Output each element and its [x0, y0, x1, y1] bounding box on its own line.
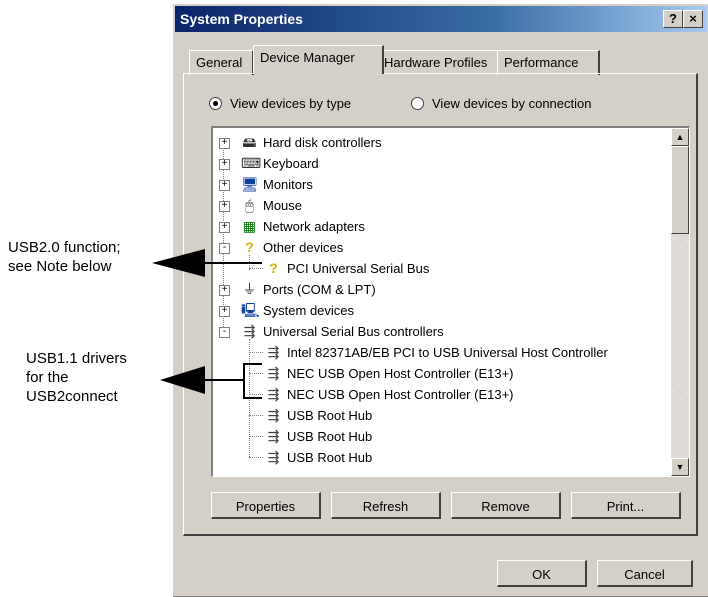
tree-item-label: Ports (COM & LPT): [263, 282, 376, 297]
view-by-type-label: View devices by type: [230, 96, 352, 111]
tree-connector: [249, 373, 263, 374]
scroll-thumb[interactable]: [671, 146, 689, 234]
tab-hardware-profiles[interactable]: Hardware Profiles: [377, 50, 500, 75]
tree-item-label: Other devices: [263, 240, 344, 255]
question-mark-icon: ?: [245, 239, 254, 255]
annotation-usb20-line1: USB2.0 function;: [8, 239, 121, 256]
tab-general[interactable]: General: [189, 50, 254, 75]
annotation-usb20: USB2.0 function; see Note below: [8, 238, 121, 276]
network-adapter-icon: ▦: [242, 218, 257, 234]
mouse-icon: 🖱: [245, 197, 254, 213]
view-by-connection-option[interactable]: View devices by connection: [411, 96, 591, 111]
usb-icon: ⇶: [267, 449, 280, 465]
tree-item-label: Keyboard: [263, 156, 319, 171]
keyboard-icon: ⌨: [241, 155, 262, 171]
annotation-usb11-line1: USB1.1 drivers: [26, 350, 127, 367]
expand-icon[interactable]: +: [219, 201, 230, 212]
tree-item-label: Mouse: [263, 198, 303, 213]
scroll-up-button[interactable]: ▲: [671, 128, 689, 146]
tree-item-label: USB Root Hub: [287, 450, 373, 465]
ok-button[interactable]: OK: [497, 560, 587, 587]
vertical-scrollbar[interactable]: ▲ ▼: [671, 128, 689, 476]
annotation-usb11-line2: for the: [26, 369, 69, 386]
tree-item-label: Hard disk controllers: [263, 135, 382, 150]
usb-icon: ⇶: [267, 428, 280, 444]
tree-connector: [249, 457, 263, 458]
window-title: System Properties: [180, 11, 303, 27]
usb-icon: ⇶: [267, 344, 280, 360]
usb-icon: ⇶: [243, 323, 256, 339]
annotation-usb11: USB1.1 drivers for the USB2connect: [26, 349, 127, 406]
scroll-down-button[interactable]: ▼: [671, 458, 689, 476]
usb-icon: ⇶: [267, 407, 280, 423]
tree-item-label: Network adapters: [263, 219, 365, 234]
view-by-type-option[interactable]: View devices by type: [209, 96, 351, 111]
expand-icon[interactable]: +: [219, 159, 230, 170]
tree-item-label: USB Root Hub: [287, 429, 373, 444]
tree-item-label: NEC USB Open Host Controller (E13+): [287, 387, 514, 402]
tree-item-label: System devices: [263, 303, 355, 318]
port-icon: ⏚: [242, 281, 257, 297]
collapse-icon[interactable]: -: [219, 243, 230, 254]
tree-connector: [249, 394, 263, 395]
device-tree[interactable]: + 🖴 Hard disk controllers + ⌨ Keyboard + 🖥 Monit…: [211, 126, 690, 477]
expand-icon[interactable]: +: [219, 285, 230, 296]
unknown-device-icon: ?: [269, 260, 278, 276]
cancel-button[interactable]: Cancel: [597, 560, 693, 587]
tree-connector: [249, 268, 263, 269]
tree-connector: [249, 436, 263, 437]
annotation-usb20-line2: see Note below: [8, 258, 112, 275]
tree-connector: [249, 352, 263, 353]
expand-icon[interactable]: +: [219, 306, 230, 317]
tab-performance[interactable]: Performance: [497, 50, 600, 75]
tree-item-label: PCI Universal Serial Bus: [287, 261, 430, 276]
system-device-icon: 🖳: [241, 302, 260, 318]
expand-icon[interactable]: +: [219, 222, 230, 233]
tree-item-label: NEC USB Open Host Controller (E13+): [287, 366, 514, 381]
monitor-icon: 🖥: [241, 176, 259, 192]
properties-button[interactable]: Properties: [211, 492, 321, 519]
refresh-button[interactable]: Refresh: [331, 492, 441, 519]
expand-icon[interactable]: +: [219, 138, 230, 149]
expand-icon[interactable]: +: [219, 180, 230, 191]
device-tree-list: + 🖴 Hard disk controllers + ⌨ Keyboard + 🖥 Monit…: [213, 128, 669, 476]
print-button[interactable]: Print...: [571, 492, 681, 519]
usb-icon: ⇶: [267, 365, 280, 381]
tree-item-label: Universal Serial Bus controllers: [263, 324, 444, 339]
view-by-type-radio[interactable]: [209, 97, 222, 110]
annotation-usb11-line3: USB2connect: [26, 388, 118, 405]
tree-item-label: Intel 82371AB/EB PCI to USB Universal Ho…: [287, 345, 608, 360]
tree-branch-line: [249, 339, 250, 457]
close-button[interactable]: ×: [683, 10, 703, 28]
remove-button[interactable]: Remove: [451, 492, 561, 519]
view-by-connection-radio[interactable]: [411, 97, 424, 110]
tree-connector: [249, 415, 263, 416]
system-properties-window: System Properties ? × General Device Man…: [172, 3, 708, 597]
tree-item-label: Monitors: [263, 177, 313, 192]
view-by-connection-label: View devices by connection: [432, 96, 592, 111]
usb-icon: ⇶: [267, 386, 280, 402]
title-bar[interactable]: System Properties ? ×: [175, 6, 707, 32]
tab-device-manager[interactable]: Device Manager: [253, 45, 384, 74]
tree-item-label: USB Root Hub: [287, 408, 373, 423]
tree-branch-line: [249, 255, 250, 270]
collapse-icon[interactable]: -: [219, 327, 230, 338]
disk-controller-icon: 🖴: [242, 134, 257, 150]
help-button[interactable]: ?: [663, 10, 683, 28]
